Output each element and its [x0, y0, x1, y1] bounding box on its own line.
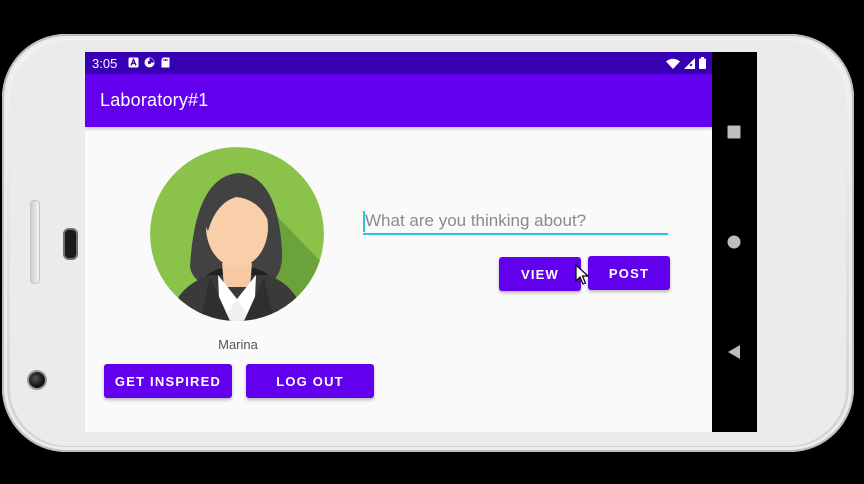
status-time: 3:05 [92, 56, 118, 71]
sd-card-icon [161, 57, 170, 68]
app-bar: Laboratory#1 [85, 74, 712, 127]
home-circle-icon[interactable] [725, 233, 743, 251]
device-screen: 3:05 Laboratory#1 Marina GET INSPIRED LO… [85, 52, 757, 432]
get-inspired-button[interactable]: GET INSPIRED [104, 364, 232, 398]
volume-button [30, 200, 40, 284]
profile-name: Marina [218, 337, 258, 352]
app-title: Laboratory#1 [100, 90, 209, 110]
speaker-grille [63, 228, 78, 260]
view-button[interactable]: VIEW [499, 257, 581, 291]
back-triangle-icon[interactable] [725, 343, 743, 361]
post-input[interactable] [363, 208, 668, 235]
woman-avatar-icon [150, 147, 324, 321]
pie-notification-icon [144, 57, 155, 68]
text-caret [363, 211, 365, 232]
device-frame: 3:05 Laboratory#1 Marina GET INSPIRED LO… [0, 0, 864, 484]
notification-icons [128, 57, 171, 68]
wifi-icon [666, 58, 680, 69]
mouse-pointer-icon [575, 264, 589, 285]
app-window: 3:05 Laboratory#1 Marina GET INSPIRED LO… [85, 52, 712, 432]
front-camera [27, 370, 47, 390]
a-notification-icon [128, 57, 139, 68]
signal-icon [684, 57, 695, 69]
system-icons [666, 57, 706, 69]
status-bar: 3:05 [85, 52, 712, 74]
recents-square-icon[interactable] [725, 123, 743, 141]
battery-icon [699, 57, 706, 69]
navigation-bar [712, 52, 757, 432]
profile-avatar [150, 147, 324, 321]
log-out-button[interactable]: LOG OUT [246, 364, 374, 398]
post-button[interactable]: POST [588, 256, 670, 290]
